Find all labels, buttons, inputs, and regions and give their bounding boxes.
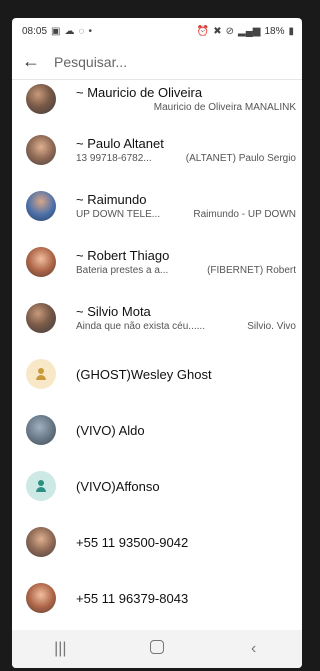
contact-row[interactable]: (VIVO)Affonso bbox=[12, 458, 302, 514]
gallery-icon: ▣ bbox=[51, 25, 61, 37]
contact-name: +55 11 93500-9042 bbox=[76, 534, 189, 550]
avatar bbox=[26, 191, 56, 221]
contact-name: ~ Paulo Altanet bbox=[76, 136, 164, 151]
avatar bbox=[26, 415, 56, 445]
dot-icon: • bbox=[88, 25, 92, 37]
avatar bbox=[26, 135, 56, 165]
contact-name: ~ Mauricio de Oliveira bbox=[76, 85, 203, 100]
contact-subtitle: Ainda que não exista céu...... Silvio. V… bbox=[76, 321, 296, 332]
contact-name: ~ Silvio Mota bbox=[76, 304, 151, 319]
avatar bbox=[26, 303, 56, 333]
battery-icon: ▮ bbox=[288, 25, 294, 37]
contact-row[interactable]: ~ Paulo Altanet 13 99718-6782... (ALTANE… bbox=[12, 122, 302, 178]
contact-row[interactable]: ~ Raimundo UP DOWN TELE... Raimundo - UP… bbox=[12, 178, 302, 234]
status-bar: 08:05 ▣ ☁ ◌ • ⏰ ✖ ⊘ ▂▄▆ 18% ▮ bbox=[12, 18, 302, 44]
contact-row[interactable]: (VIVO) Aldo bbox=[12, 402, 302, 458]
contact-row[interactable]: ~ Mauricio de Oliveira Mauricio de Olive… bbox=[12, 76, 302, 122]
recent-apps-icon[interactable]: ||| bbox=[30, 640, 90, 658]
contact-name: (GHOST)Wesley Ghost bbox=[76, 366, 212, 382]
contact-subtitle: 13 99718-6782... (ALTANET) Paulo Sergio bbox=[76, 153, 296, 164]
default-avatar-icon bbox=[26, 359, 56, 389]
contact-row[interactable]: +55 11 96379-8043 bbox=[12, 570, 302, 626]
phone-screen: 08:05 ▣ ☁ ◌ • ⏰ ✖ ⊘ ▂▄▆ 18% ▮ ← ~ Mauric… bbox=[12, 18, 302, 668]
contact-subtitle: UP DOWN TELE... Raimundo - UP DOWN bbox=[76, 209, 296, 220]
mute-icon: ✖ bbox=[213, 25, 222, 37]
contact-row[interactable]: +55 11 93500-9042 bbox=[12, 514, 302, 570]
cloud-icon: ☁ bbox=[64, 25, 75, 37]
search-bar: ← bbox=[12, 44, 302, 80]
avatar bbox=[26, 527, 56, 557]
contact-subtitle: Mauricio de Oliveira MANALINK bbox=[153, 102, 296, 113]
android-nav-bar: ||| ‹ bbox=[12, 630, 302, 668]
battery-level: 18% bbox=[264, 25, 285, 37]
contact-row[interactable]: ~ Robert Thiago Bateria prestes a a... (… bbox=[12, 234, 302, 290]
contact-list: ~ Mauricio de Oliveira Mauricio de Olive… bbox=[12, 80, 302, 626]
signal-icon: ▂▄▆ bbox=[238, 25, 261, 37]
back-arrow-icon[interactable]: ← bbox=[22, 51, 46, 72]
contact-name: ~ Raimundo bbox=[76, 192, 147, 207]
contact-row[interactable]: ~ Silvio Mota Ainda que não exista céu..… bbox=[12, 290, 302, 346]
contact-name: (VIVO)Affonso bbox=[76, 478, 160, 494]
dnd-icon: ⊘ bbox=[225, 25, 234, 37]
avatar bbox=[26, 583, 56, 613]
home-icon[interactable] bbox=[127, 639, 187, 659]
contact-name: +55 11 96379-8043 bbox=[76, 590, 189, 606]
back-icon[interactable]: ‹ bbox=[224, 640, 284, 658]
whatsapp-icon: ◌ bbox=[78, 25, 85, 37]
contact-row[interactable]: (GHOST)Wesley Ghost bbox=[12, 346, 302, 402]
clock: 08:05 bbox=[22, 25, 48, 37]
contact-subtitle: Bateria prestes a a... (FIBERNET) Robert bbox=[76, 265, 296, 276]
avatar bbox=[26, 84, 56, 114]
avatar bbox=[26, 247, 56, 277]
search-input[interactable] bbox=[54, 53, 274, 70]
default-avatar-icon bbox=[26, 471, 56, 501]
contact-name: ~ Robert Thiago bbox=[76, 248, 170, 263]
contact-name: (VIVO) Aldo bbox=[76, 422, 145, 438]
alarm-icon: ⏰ bbox=[196, 25, 210, 37]
